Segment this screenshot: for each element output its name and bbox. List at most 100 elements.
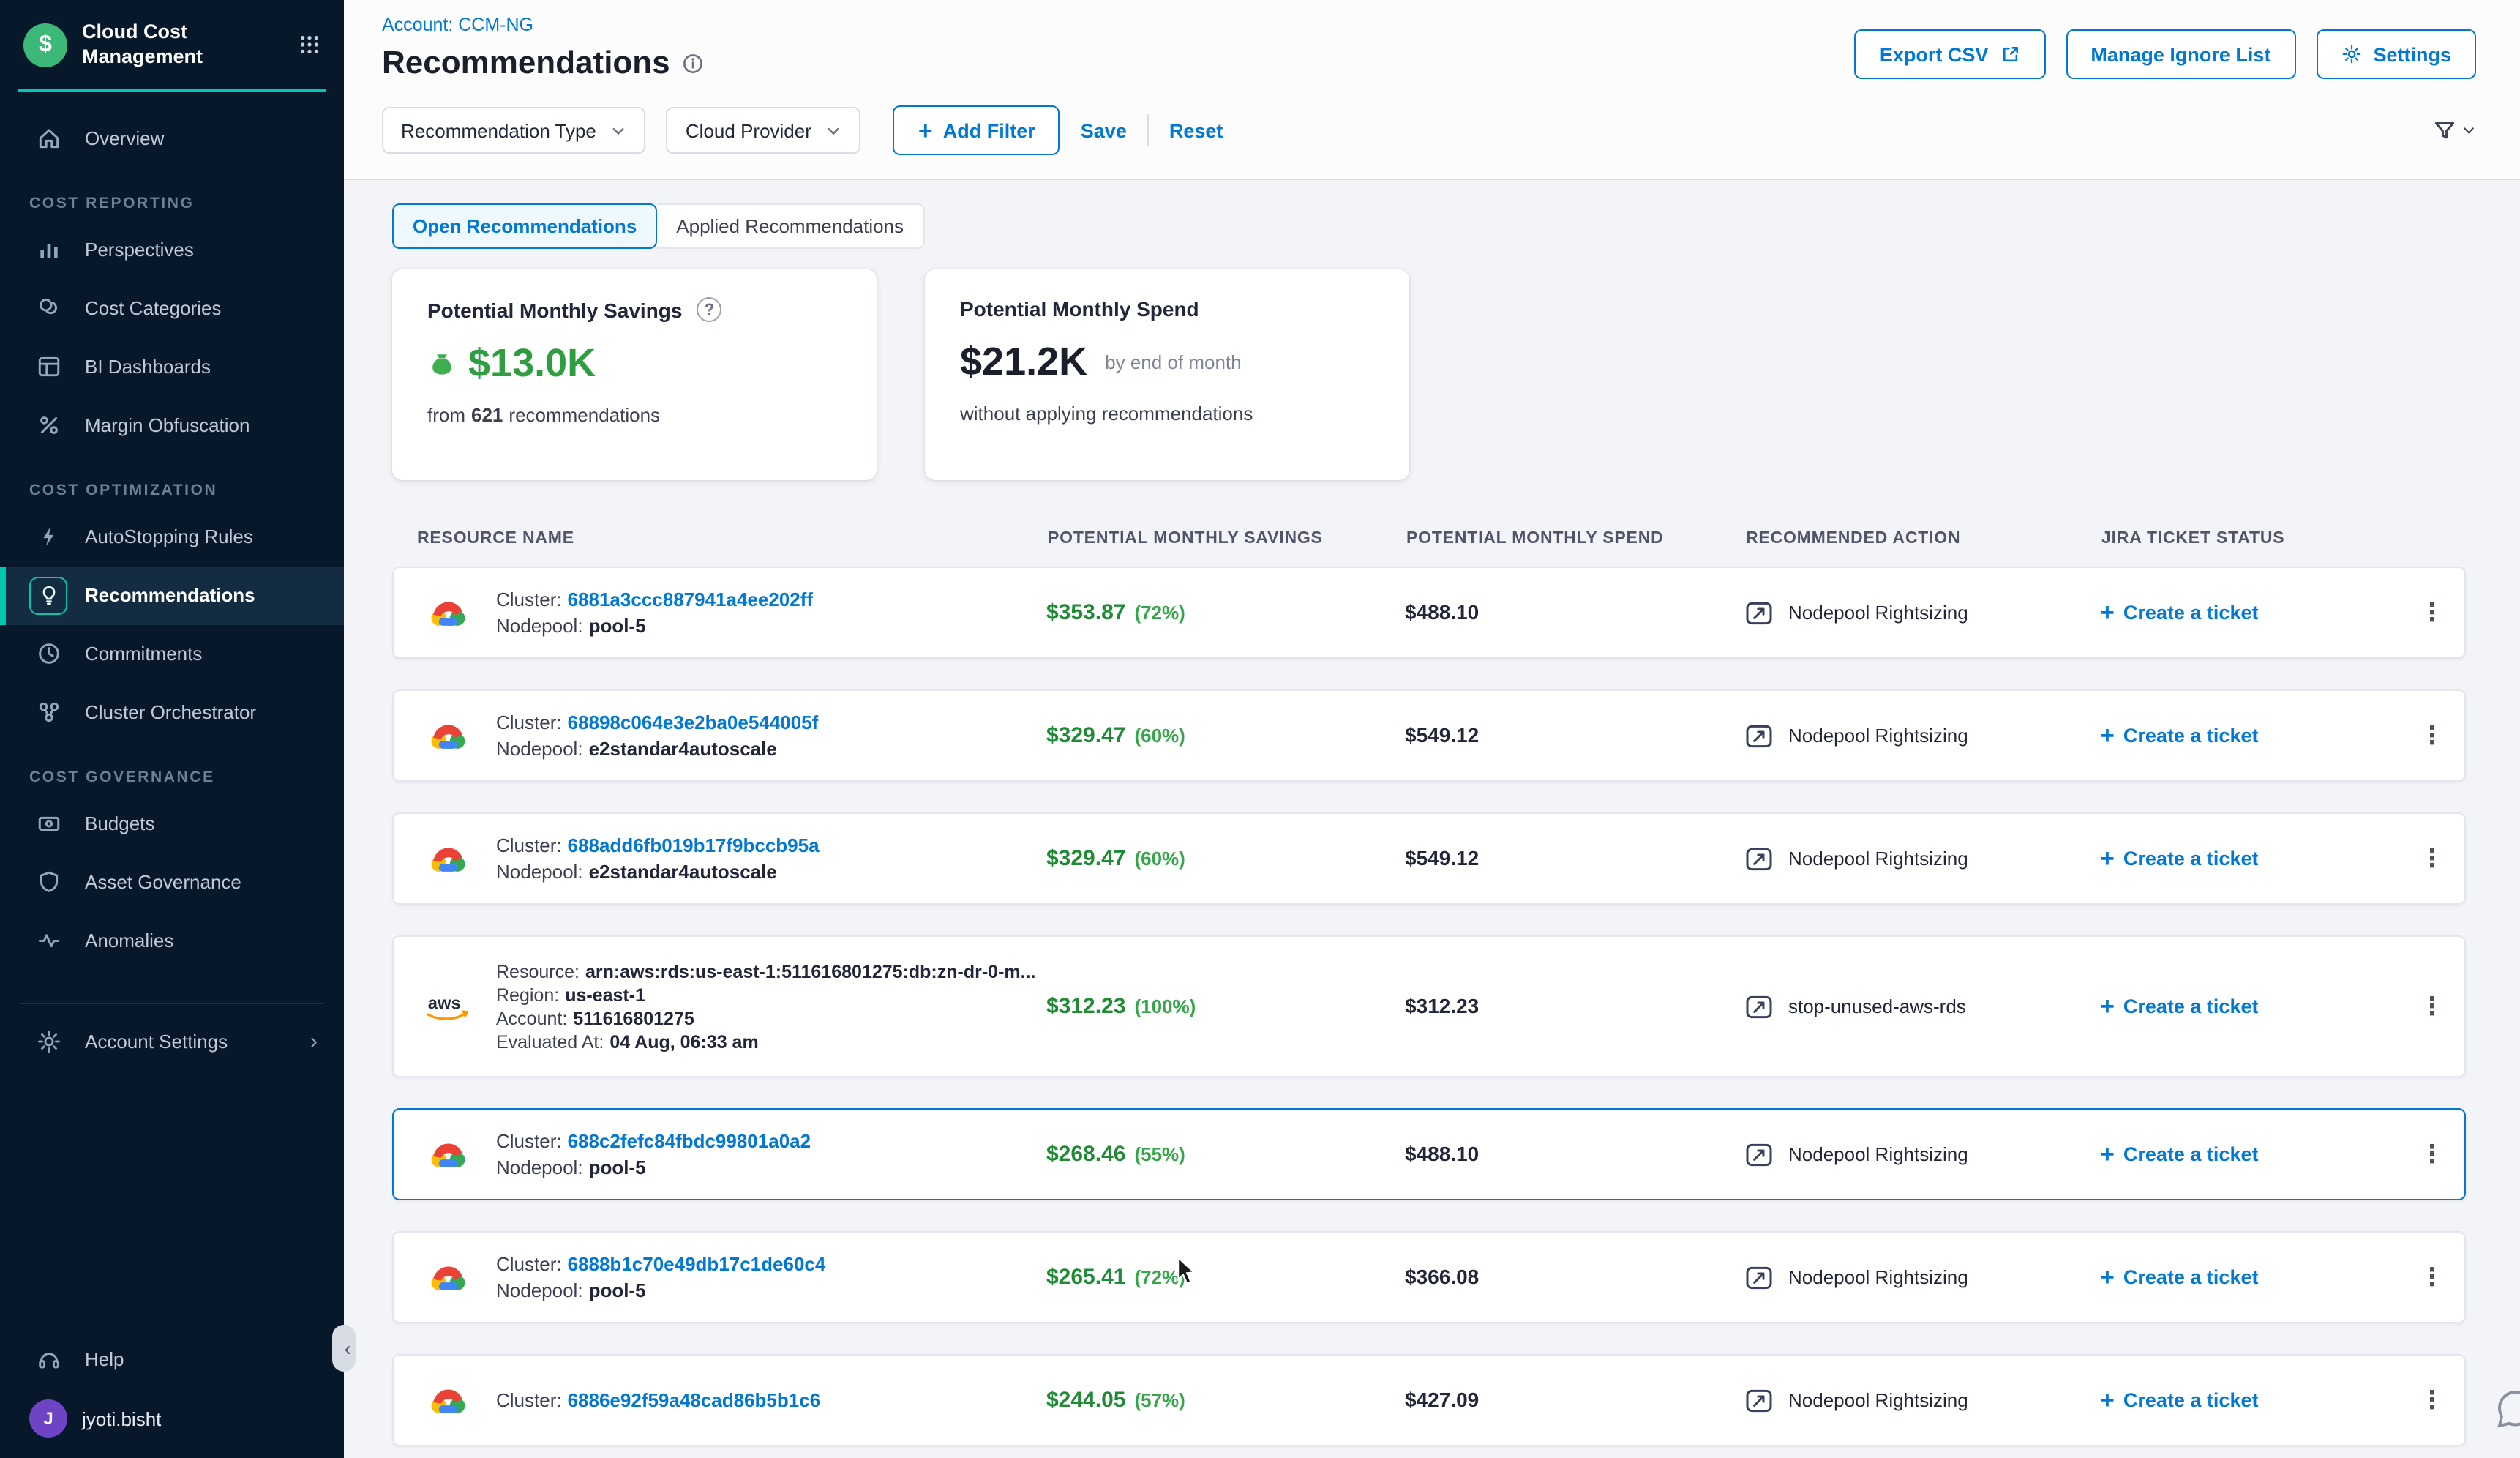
col-resource-name: RESOURCE NAME <box>392 530 1048 547</box>
plus-icon: + <box>2100 1265 2115 1290</box>
row-menu-button[interactable]: ⋮ <box>2420 598 2445 627</box>
export-csv-button[interactable]: Export CSV <box>1855 29 2046 79</box>
sidebar-item-margin-obfuscation[interactable]: Margin Obfuscation <box>0 397 344 455</box>
recommendation-list: Cluster:6881a3ccc887941a4ee202ff Nodepoo… <box>392 567 2466 1446</box>
avatar: J <box>29 1399 67 1438</box>
table-row[interactable]: Cluster:6881a3ccc887941a4ee202ff Nodepoo… <box>392 567 2466 659</box>
chat-help-icon[interactable] <box>2494 1388 2520 1432</box>
spend-amount: $488.10 <box>1405 599 1479 623</box>
row-menu-button[interactable]: ⋮ <box>2420 992 2445 1021</box>
cluster-link[interactable]: 68898c064e3e2ba0e544005f <box>568 711 819 733</box>
cluster-link[interactable]: 6881a3ccc887941a4ee202ff <box>568 588 813 610</box>
create-ticket-button[interactable]: +Create a ticket <box>2100 723 2400 748</box>
savings-percent: (55%) <box>1134 1143 1185 1164</box>
settings-button[interactable]: Settings <box>2316 29 2476 79</box>
bar-chart-icon <box>29 231 67 269</box>
sidebar-item-cluster-orchestrator[interactable]: Cluster Orchestrator <box>0 684 344 742</box>
row-menu-button[interactable]: ⋮ <box>2420 1263 2445 1292</box>
manage-ignore-list-button[interactable]: Manage Ignore List <box>2066 29 2295 79</box>
rightsizing-action-icon <box>1744 721 1774 750</box>
sidebar-item-account-settings[interactable]: Account Settings › <box>0 1013 344 1072</box>
cluster-link[interactable]: 688add6fb019b17f9bccb95a <box>568 834 820 856</box>
create-ticket-button[interactable]: +Create a ticket <box>2100 994 2400 1019</box>
table-row[interactable]: Cluster:688add6fb019b17f9bccb95a Nodepoo… <box>392 812 2466 905</box>
wallet-icon <box>29 805 67 843</box>
action-label: Nodepool Rightsizing <box>1788 1266 1968 1288</box>
sidebar-item-asset-governance[interactable]: Asset Governance <box>0 853 344 912</box>
rightsizing-action-icon <box>1744 1140 1774 1169</box>
app-title: Cloud Cost Management <box>82 20 284 70</box>
create-ticket-button[interactable]: +Create a ticket <box>2100 846 2400 871</box>
page-header: Account: CCM-NG Recommendations Export C… <box>344 0 2520 180</box>
tab-applied-recommendations[interactable]: Applied Recommendations <box>657 203 924 249</box>
user-menu[interactable]: J jyoti.bisht <box>0 1388 344 1446</box>
sidebar-item-label: AutoStopping Rules <box>85 526 253 548</box>
sidebar-item-anomalies[interactable]: Anomalies <box>0 912 344 971</box>
cloud-provider-filter[interactable]: Cloud Provider <box>667 107 861 154</box>
app-root: $ Cloud Cost Management Overview COST RE… <box>0 0 2520 1458</box>
reset-filter-button[interactable]: Reset <box>1169 119 1223 141</box>
chevron-right-icon: › <box>310 1030 329 1055</box>
svg-text:aws: aws <box>428 993 461 1013</box>
row-menu-button[interactable]: ⋮ <box>2420 844 2445 873</box>
dashboard-icon <box>29 348 67 386</box>
clock-icon <box>29 635 67 673</box>
sidebar-item-bi-dashboards[interactable]: BI Dashboards <box>0 338 344 397</box>
main-area: Account: CCM-NG Recommendations Export C… <box>344 0 2520 1458</box>
sidebar: $ Cloud Cost Management Overview COST RE… <box>0 0 344 1458</box>
info-icon[interactable] <box>682 52 704 74</box>
save-filter-button[interactable]: Save <box>1081 119 1127 141</box>
sidebar-item-overview[interactable]: Overview <box>0 110 344 168</box>
recommendation-type-filter[interactable]: Recommendation Type <box>382 107 646 154</box>
table-row[interactable]: Cluster:6888b1c70e49db17c1de60c4 Nodepoo… <box>392 1231 2466 1323</box>
help-circle-icon[interactable]: ? <box>697 297 722 322</box>
sidebar-item-cost-categories[interactable]: Cost Categories <box>0 280 344 338</box>
cluster-link[interactable]: 688c2fefc84fbdc99801a0a2 <box>568 1130 811 1152</box>
create-ticket-button[interactable]: +Create a ticket <box>2100 1265 2400 1290</box>
sidebar-item-label: Budgets <box>85 813 154 835</box>
savings-percent: (72%) <box>1134 1266 1185 1287</box>
table-row-selected[interactable]: Cluster:688c2fefc84fbdc99801a0a2 Nodepoo… <box>392 1108 2466 1200</box>
sidebar-collapse-button[interactable]: ‹ <box>332 1325 356 1372</box>
sidebar-item-perspectives[interactable]: Perspectives <box>0 221 344 280</box>
apps-grid-icon[interactable] <box>299 34 320 56</box>
sidebar-item-budgets[interactable]: Budgets <box>0 795 344 853</box>
gcp-icon <box>423 1259 473 1296</box>
nodes-icon <box>29 694 67 732</box>
gcp-icon <box>423 717 473 754</box>
gcp-icon <box>423 1382 473 1418</box>
row-menu-button[interactable]: ⋮ <box>2420 721 2445 750</box>
sidebar-item-label: Asset Governance <box>85 872 241 894</box>
row-menu-button[interactable]: ⋮ <box>2420 1140 2445 1169</box>
table-row[interactable]: Cluster:6886e92f59a48cad86b5b1c6 $244.05… <box>392 1354 2466 1446</box>
cluster-link[interactable]: 6886e92f59a48cad86b5b1c6 <box>568 1389 821 1411</box>
row-menu-button[interactable]: ⋮ <box>2420 1386 2445 1415</box>
sidebar-item-recommendations[interactable]: Recommendations <box>0 567 344 625</box>
breadcrumb-account-link[interactable]: Account: CCM-NG <box>382 15 704 35</box>
sidebar-item-label: Cluster Orchestrator <box>85 702 256 724</box>
flash-icon <box>29 518 67 556</box>
add-filter-button[interactable]: + Add Filter <box>893 105 1060 155</box>
sidebar-item-autostopping-rules[interactable]: AutoStopping Rules <box>0 508 344 567</box>
cluster-link[interactable]: 6888b1c70e49db17c1de60c4 <box>568 1253 826 1275</box>
card-title: Potential Monthly Savings <box>427 298 683 321</box>
action-label: stop-unused-aws-rds <box>1788 995 1966 1017</box>
sidebar-header: $ Cloud Cost Management <box>18 0 326 92</box>
spend-amount: $427.09 <box>1405 1387 1479 1410</box>
savings-percent: (100%) <box>1134 995 1196 1017</box>
savings-amount: $244.05 <box>1046 1387 1125 1412</box>
sidebar-item-help[interactable]: Help <box>0 1329 344 1388</box>
table-row[interactable]: aws Resource:arn:aws:rds:us-east-1:51161… <box>392 935 2466 1077</box>
plus-icon: + <box>2100 600 2115 625</box>
col-jira-status: JIRA TICKET STATUS <box>2101 530 2401 547</box>
rightsizing-action-icon <box>1744 1263 1774 1292</box>
action-label: Nodepool Rightsizing <box>1788 1143 1968 1165</box>
tab-open-recommendations[interactable]: Open Recommendations <box>392 203 657 249</box>
table-row[interactable]: Cluster:68898c064e3e2ba0e544005f Nodepoo… <box>392 689 2466 782</box>
create-ticket-button[interactable]: +Create a ticket <box>2100 1142 2400 1167</box>
filter-panel-button[interactable] <box>2432 118 2476 143</box>
card-title: Potential Monthly Spend <box>960 297 1199 321</box>
sidebar-item-commitments[interactable]: Commitments <box>0 625 344 684</box>
create-ticket-button[interactable]: +Create a ticket <box>2100 1388 2400 1413</box>
create-ticket-button[interactable]: +Create a ticket <box>2100 600 2400 625</box>
